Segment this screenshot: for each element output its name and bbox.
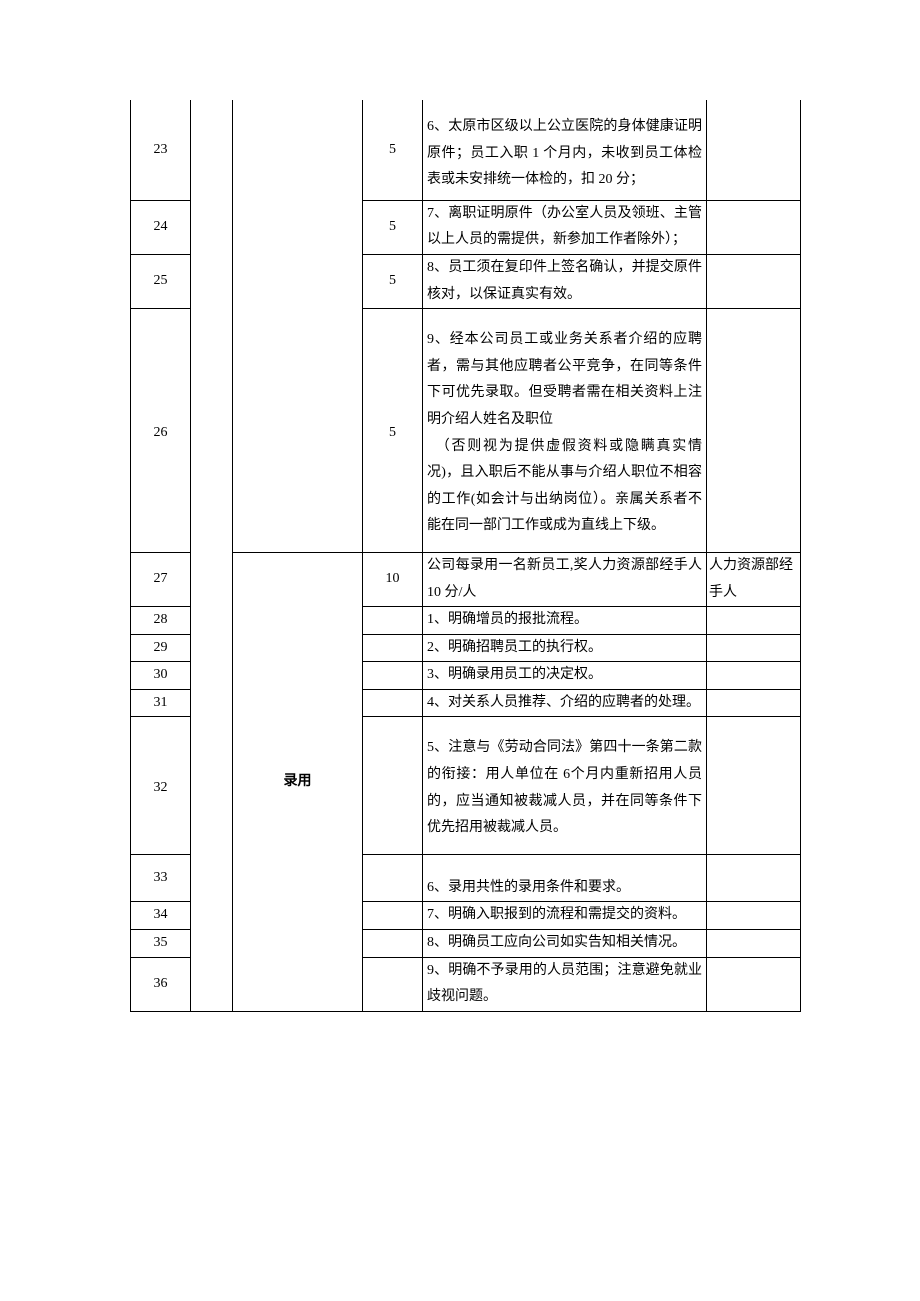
row-score: 5 [363,200,423,254]
row-resp [707,607,801,635]
row-score [363,854,423,902]
row-number: 27 [131,552,191,606]
row-score [363,957,423,1011]
row-resp [707,254,801,308]
group-col-b-upper [233,100,363,552]
row-score [363,689,423,717]
row-score: 5 [363,309,423,553]
row-score: 5 [363,100,423,200]
row-desc: 1、明确增员的报批流程。 [423,607,707,635]
row-desc: 4、对关系人员推荐、介绍的应聘者的处理。 [423,689,707,717]
row-resp [707,957,801,1011]
row-resp [707,662,801,690]
row-desc: 8、明确员工应向公司如实告知相关情况。 [423,930,707,958]
row-resp [707,717,801,854]
row-desc: 6、录用共性的录用条件和要求。 [423,854,707,902]
row-desc: 5、注意与《劳动合同法》第四十一条第二款的衔接：用人单位在 6个月内重新招用人员… [423,717,707,854]
row-desc: 7、离职证明原件（办公室人员及领班、主管以上人员的需提供，新参加工作者除外）； [423,200,707,254]
row-number: 34 [131,902,191,930]
row-number: 32 [131,717,191,854]
row-resp [707,902,801,930]
row-number: 24 [131,200,191,254]
row-score [363,717,423,854]
row-score [363,662,423,690]
row-resp [707,854,801,902]
row-number: 30 [131,662,191,690]
row-number: 33 [131,854,191,902]
row-score [363,902,423,930]
row-desc: 7、明确入职报到的流程和需提交的资料。 [423,902,707,930]
row-score [363,607,423,635]
section-label-cell: 录用 [233,552,363,1011]
row-desc: 2、明确招聘员工的执行权。 [423,634,707,662]
row-number: 28 [131,607,191,635]
table-row: 23 5 6、太原市区级以上公立医院的身体健康证明原件；员工入职 1 个月内，未… [131,100,801,200]
row-number: 36 [131,957,191,1011]
row-score [363,930,423,958]
row-number: 26 [131,309,191,553]
row-score [363,634,423,662]
row-desc: 8、员工须在复印件上签名确认，并提交原件核对，以保证真实有效。 [423,254,707,308]
row-resp [707,689,801,717]
row-desc: 公司每录用一名新员工,奖人力资源部经手人 10 分/人 [423,552,707,606]
row-resp [707,930,801,958]
row-number: 31 [131,689,191,717]
row-resp [707,100,801,200]
row-resp [707,634,801,662]
row-number: 29 [131,634,191,662]
row-resp [707,309,801,553]
group-col-a [191,100,233,1011]
row-desc: 3、明确录用员工的决定权。 [423,662,707,690]
row-number: 23 [131,100,191,200]
row-resp [707,200,801,254]
row-desc: 9、明确不予录用的人员范围；注意避免就业歧视问题。 [423,957,707,1011]
row-score: 5 [363,254,423,308]
row-desc: 6、太原市区级以上公立医院的身体健康证明原件；员工入职 1 个月内，未收到员工体… [423,100,707,200]
row-score: 10 [363,552,423,606]
row-number: 35 [131,930,191,958]
row-desc: 9、经本公司员工或业务关系者介绍的应聘者，需与其他应聘者公平竞争，在同等条件下可… [423,309,707,553]
row-resp: 人力资源部经手人 [707,552,801,606]
row-number: 25 [131,254,191,308]
hr-policy-table: 23 5 6、太原市区级以上公立医院的身体健康证明原件；员工入职 1 个月内，未… [130,100,801,1012]
